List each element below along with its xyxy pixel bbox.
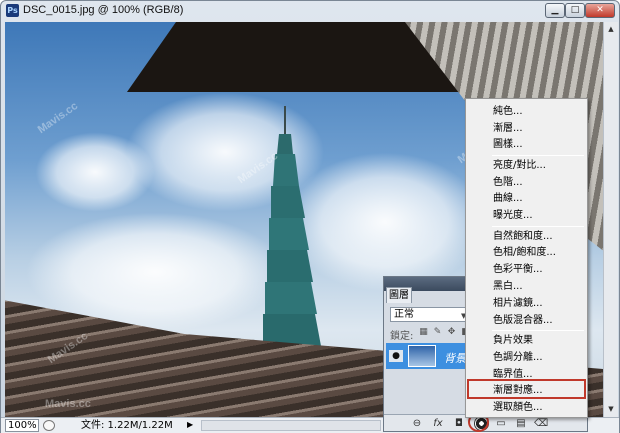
menu-item-photo-filter[interactable]: 相片濾鏡... (467, 295, 586, 312)
new-group-icon[interactable]: ▭ (494, 417, 508, 430)
cloud (35, 132, 155, 212)
menu-item-posterize[interactable]: 色調分離... (467, 349, 586, 366)
menu-item-channel-mixer[interactable]: 色版混合器... (467, 312, 586, 329)
menu-highlight-box (467, 379, 586, 399)
minimize-button[interactable]: ▁ (545, 3, 565, 18)
blend-mode-value: 正常 (394, 309, 414, 320)
maximize-button[interactable]: □ (565, 3, 585, 18)
new-layer-icon[interactable]: ▤ (514, 417, 528, 430)
watermark-text: Mavis.cc (45, 398, 91, 410)
lock-label: 鎖定: (390, 331, 414, 342)
menu-separator (492, 330, 584, 332)
horizontal-scrollbar[interactable] (201, 420, 381, 431)
photoshop-app-icon: Ps (6, 4, 19, 17)
menu-item-levels[interactable]: 色階... (467, 174, 586, 191)
menu-item-curves[interactable]: 曲線... (467, 190, 586, 207)
lock-transparency-icon[interactable]: ▦ (418, 327, 429, 338)
document-title: DSC_0015.jpg @ 100% (RGB/8) (23, 4, 184, 16)
link-layers-icon[interactable]: ⊖ (410, 417, 424, 430)
blend-mode-select[interactable]: 正常 ▼ (390, 307, 466, 322)
fx-icon[interactable]: fx (430, 417, 446, 430)
scroll-down-icon[interactable]: ▼ (605, 402, 617, 416)
eye-icon[interactable]: ● (389, 350, 403, 362)
tab-layers[interactable]: 圖層 (386, 287, 412, 303)
menu-item-color-balance[interactable]: 色彩平衡... (467, 261, 586, 278)
trash-icon[interactable]: ⌫ (534, 417, 548, 430)
add-mask-icon[interactable]: ◘ (452, 417, 466, 430)
menu-item-hue-saturation[interactable]: 色相/飽和度... (467, 244, 586, 261)
menu-item-vibrance[interactable]: 自然飽和度... (467, 228, 586, 245)
adjustment-layer-menu: 純色... 漸層... 圖樣... 亮度/對比... 色階... 曲線... 曝… (465, 98, 588, 418)
scroll-up-icon[interactable]: ▲ (605, 22, 617, 36)
menu-separator (492, 225, 584, 227)
menu-item-solid-color[interactable]: 純色... (467, 103, 586, 120)
close-button[interactable]: ✕ (585, 3, 615, 18)
menu-separator (492, 155, 584, 157)
menu-item-brightness-contrast[interactable]: 亮度/對比... (467, 157, 586, 174)
vertical-scrollbar[interactable]: ▲ ▼ (603, 22, 618, 417)
layer-thumbnail (408, 345, 436, 367)
zoom-level-field[interactable]: 100% (5, 419, 39, 432)
status-menu-arrow-icon[interactable]: ▶ (187, 420, 193, 429)
menu-item-gradient[interactable]: 漸層... (467, 120, 586, 137)
lock-position-icon[interactable]: ✥ (446, 327, 457, 338)
menu-item-invert[interactable]: 負片效果 (467, 332, 586, 349)
menu-item-pattern[interactable]: 圖樣... (467, 136, 586, 153)
lock-brush-icon[interactable]: ✎ (432, 327, 443, 338)
menu-item-black-white[interactable]: 黑白... (467, 278, 586, 295)
menu-item-selective-color[interactable]: 選取顏色... (467, 399, 586, 416)
taipei-101-tower (263, 106, 329, 368)
watermark-text: Mavis.cc (35, 99, 81, 137)
status-info-icon[interactable] (43, 420, 55, 431)
document-size-info: 文件: 1.22M/1.22M (81, 420, 173, 431)
layer-name: 背景 (444, 352, 466, 365)
menu-item-exposure[interactable]: 曝光度... (467, 207, 586, 224)
title-bar[interactable]: Ps DSC_0015.jpg @ 100% (RGB/8) ▁ □ ✕ (1, 1, 619, 21)
